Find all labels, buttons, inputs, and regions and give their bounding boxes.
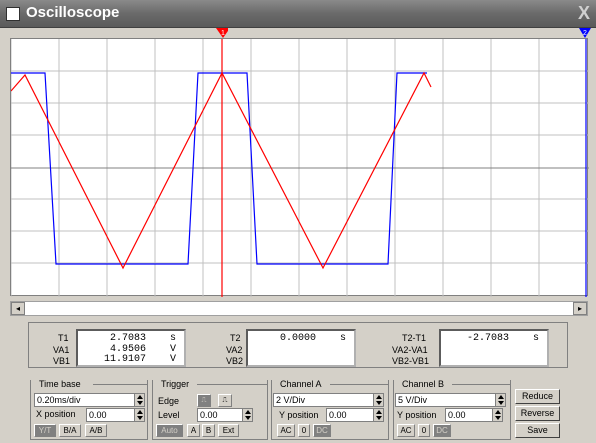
channel-b-scale-value: 5 V/Div bbox=[398, 395, 428, 405]
horizontal-scrollbar[interactable]: ◂ ▸ bbox=[10, 301, 588, 316]
title-bar[interactable]: Oscilloscope X bbox=[0, 0, 596, 28]
t2-label: T2 bbox=[230, 333, 241, 343]
rising-edge-icon[interactable]: ⎍ bbox=[197, 394, 211, 407]
channel-a-ypos-value: 0.00 bbox=[329, 410, 347, 420]
group-divider bbox=[93, 384, 147, 385]
group-divider bbox=[330, 384, 388, 385]
window-title: Oscilloscope bbox=[26, 4, 120, 21]
grid bbox=[11, 39, 589, 297]
auto-button[interactable]: Auto bbox=[156, 424, 183, 437]
x-position-label: X position bbox=[36, 409, 76, 419]
reverse-button[interactable]: Reverse bbox=[515, 406, 560, 421]
channel-a-ypos-input[interactable]: 0.00 bbox=[326, 408, 384, 422]
group-divider bbox=[452, 384, 510, 385]
t2-unit: s bbox=[339, 333, 346, 344]
scope-graph bbox=[11, 39, 589, 297]
readout-delta-box: -2.7083 s bbox=[439, 329, 549, 367]
close-icon[interactable]: X bbox=[578, 3, 590, 24]
t1-value: 2.7083 bbox=[109, 333, 146, 344]
timebase-scale-input[interactable]: 0.20ms/div bbox=[34, 393, 145, 407]
timebase-scale-value: 0.20ms/div bbox=[37, 395, 81, 405]
vb1-unit: V bbox=[169, 354, 176, 365]
channel-b-zero-button[interactable]: 0 bbox=[418, 424, 430, 437]
cursor2-label: 2 bbox=[583, 30, 587, 37]
spinner-icon[interactable] bbox=[492, 409, 502, 421]
trigger-level-input[interactable]: 0.00 bbox=[197, 408, 253, 422]
dt-label: T2-T1 bbox=[402, 333, 427, 343]
x-position-input[interactable]: 0.00 bbox=[86, 408, 145, 422]
level-label: Level bbox=[158, 410, 180, 420]
oscilloscope-window: Oscilloscope X 1 2 ◂ ▸ T1 VA1 VB1 2.7083… bbox=[0, 0, 596, 443]
timebase-title: Time base bbox=[37, 379, 83, 389]
trigger-title: Trigger bbox=[159, 379, 192, 389]
vb2-label: VB2 bbox=[226, 356, 244, 366]
group-divider bbox=[197, 384, 267, 385]
yt-button[interactable]: Y/T bbox=[34, 424, 56, 437]
scroll-left-icon[interactable]: ◂ bbox=[11, 302, 25, 315]
channel-b-ypos-value: 0.00 bbox=[448, 410, 466, 420]
vb1-label: VB1 bbox=[53, 356, 71, 366]
channel-a-trace bbox=[11, 71, 432, 270]
readout-t1-box: 2.7083 s 4.9506 V 11.9107 V bbox=[76, 329, 186, 367]
x-position-value: 0.00 bbox=[89, 410, 107, 420]
spinner-icon[interactable] bbox=[373, 409, 383, 421]
channel-a-title: Channel A bbox=[278, 379, 324, 389]
cursor1-handle[interactable]: 1 bbox=[216, 28, 228, 38]
trigger-ext-button[interactable]: Ext bbox=[218, 424, 239, 437]
trigger-level-value: 0.00 bbox=[200, 410, 218, 420]
channel-b-scale-input[interactable]: 5 V/Div bbox=[395, 393, 506, 407]
t1-label: T1 bbox=[58, 333, 69, 343]
edge-label: Edge bbox=[158, 396, 180, 406]
channel-a-scale-value: 2 V/Div bbox=[276, 395, 306, 405]
window-icon bbox=[6, 7, 20, 21]
spinner-icon[interactable] bbox=[134, 409, 144, 421]
dt-value: -2.7083 bbox=[466, 333, 509, 344]
channel-a-zero-button[interactable]: 0 bbox=[298, 424, 310, 437]
vb1-value: 11.9107 bbox=[103, 354, 146, 365]
t1-unit: s bbox=[169, 333, 176, 344]
dva-label: VA2-VA1 bbox=[392, 345, 428, 355]
scroll-right-icon[interactable]: ▸ bbox=[573, 302, 587, 315]
channel-a-ypos-label: Y position bbox=[279, 410, 319, 420]
va2-label: VA2 bbox=[226, 345, 243, 355]
channel-a-scale-input[interactable]: 2 V/Div bbox=[273, 393, 384, 407]
cursor1-label: 1 bbox=[221, 30, 225, 37]
scope-display[interactable] bbox=[10, 38, 589, 297]
trigger-a-button[interactable]: A bbox=[187, 424, 200, 437]
channel-b-ypos-input[interactable]: 0.00 bbox=[445, 408, 503, 422]
ba-button[interactable]: B/A bbox=[59, 424, 81, 437]
save-button[interactable]: Save bbox=[515, 423, 560, 438]
t2-value: 0.0000 bbox=[279, 333, 316, 344]
reduce-button[interactable]: Reduce bbox=[515, 389, 560, 404]
channel-b-title: Channel B bbox=[400, 379, 447, 389]
channel-b-dc-button[interactable]: DC bbox=[433, 424, 451, 437]
dt-unit: s bbox=[532, 333, 539, 344]
spinner-icon[interactable] bbox=[373, 394, 383, 406]
readout-t2-box: 0.0000 s bbox=[246, 329, 356, 367]
channel-a-dc-button[interactable]: DC bbox=[313, 424, 331, 437]
channel-a-ac-button[interactable]: AC bbox=[277, 424, 295, 437]
ab-button[interactable]: A/B bbox=[85, 424, 107, 437]
spinner-icon[interactable] bbox=[134, 394, 144, 406]
spinner-icon[interactable] bbox=[242, 409, 252, 421]
dvb-label: VB2-VB1 bbox=[392, 356, 430, 366]
falling-edge-icon[interactable]: ⎍ bbox=[218, 394, 232, 407]
trigger-b-button[interactable]: B bbox=[202, 424, 215, 437]
spinner-icon[interactable] bbox=[495, 394, 505, 406]
channel-b-ypos-label: Y position bbox=[397, 410, 437, 420]
va1-label: VA1 bbox=[53, 345, 70, 355]
channel-b-ac-button[interactable]: AC bbox=[397, 424, 415, 437]
cursor2-handle[interactable]: 2 bbox=[579, 28, 591, 38]
